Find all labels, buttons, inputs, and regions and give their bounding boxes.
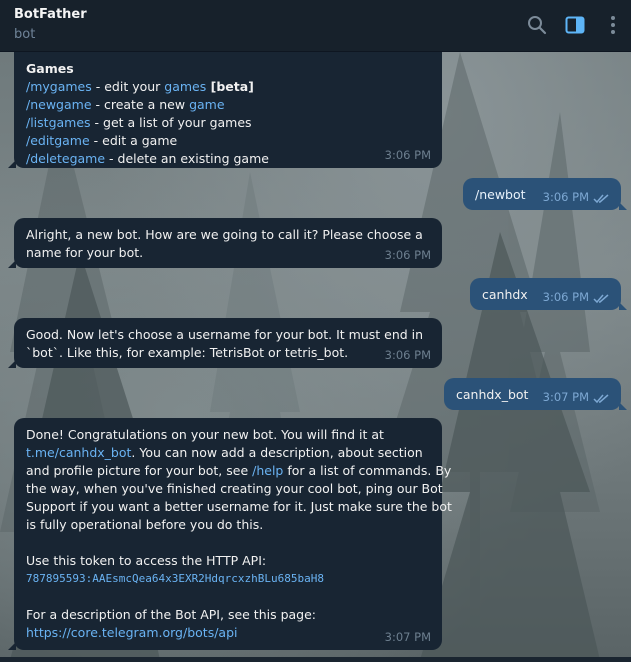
message-text: Done! Congratulations on your new bot. Y… xyxy=(26,427,384,442)
command-desc: - edit a game xyxy=(89,133,178,148)
message-time: 3:06 PM xyxy=(542,190,589,204)
message-text: canhdx xyxy=(482,287,528,302)
message-time: 3:06 PM xyxy=(542,290,589,304)
api-token[interactable]: 787895593:AAEsmcQea64x3EXR2HdqrcxzhBLu68… xyxy=(26,570,430,588)
message-text: the way, when you've finished creating y… xyxy=(26,481,443,496)
message-text: for a list of commands. By xyxy=(283,463,452,478)
search-icon[interactable] xyxy=(526,14,548,36)
message-time: 3:06 PM xyxy=(384,348,431,362)
command-desc: - edit your xyxy=(91,79,165,94)
message-text: Support if you want a better username fo… xyxy=(26,499,452,514)
message-text: and profile picture for your bot, see /h… xyxy=(26,462,451,480)
message-bubble-incoming[interactable]: Good. Now let's choose a username for yo… xyxy=(8,318,442,368)
double-check-icon xyxy=(593,194,609,204)
chat-title[interactable]: BotFather xyxy=(14,7,87,22)
command-link[interactable]: /editgame xyxy=(26,133,90,148)
message-bubble-incoming[interactable]: Done! Congratulations on your new bot. Y… xyxy=(8,418,452,650)
command-desc: - create a new xyxy=(91,97,190,112)
chat-subtitle: bot xyxy=(14,27,36,42)
message-text: name for your bot. xyxy=(26,245,144,260)
message-text: . You can now add a description, about s… xyxy=(131,445,423,460)
command-link[interactable]: /listgames xyxy=(26,115,91,130)
message-text: canhdx_bot xyxy=(456,387,529,402)
message-time: 3:07 PM xyxy=(384,630,431,644)
command-line: /mygames - edit your games [beta] xyxy=(26,78,430,96)
command-desc: - get a list of your games xyxy=(90,115,252,130)
command-desc: [beta] xyxy=(206,79,254,94)
command-line: /newgame - create a new game xyxy=(26,96,430,114)
command-desc: - delete an existing game xyxy=(105,151,269,166)
help-command-link[interactable]: /help xyxy=(252,463,283,478)
double-check-icon xyxy=(593,394,609,404)
command-link[interactable]: /mygames xyxy=(26,79,92,94)
command-line: /listgames - get a list of your games xyxy=(26,114,430,132)
composer-edge xyxy=(0,657,631,662)
more-vertical-icon[interactable] xyxy=(602,14,624,36)
message-time: 3:06 PM xyxy=(384,148,431,162)
message-time: 3:06 PM xyxy=(384,248,431,262)
message-text: is fully operational before you do this. xyxy=(26,517,264,532)
message-bubble-outgoing[interactable]: canhdx 3:06 PM xyxy=(470,278,627,310)
chat-header: BotFather bot xyxy=(0,0,631,52)
command-link[interactable]: /deletegame xyxy=(26,151,105,166)
command-link[interactable]: /newbot xyxy=(475,187,526,202)
message-text: Use this token to access the HTTP API: xyxy=(26,553,267,568)
inline-link[interactable]: games xyxy=(164,79,206,94)
command-link[interactable]: /newgame xyxy=(26,97,92,112)
message-text: Alright, a new bot. How are we going to … xyxy=(26,227,423,242)
sidebar-toggle-icon[interactable] xyxy=(564,14,586,36)
message-text: t.me/canhdx_bot. You can now add a descr… xyxy=(26,444,430,462)
message-bubble-outgoing[interactable]: canhdx_bot 3:07 PM xyxy=(444,378,627,410)
command-line: /editgame - edit a game xyxy=(26,132,430,150)
message-bubble-incoming[interactable]: Alright, a new bot. How are we going to … xyxy=(8,218,442,268)
chat-area[interactable]: Games /mygames - edit your games [beta] … xyxy=(0,52,631,660)
message-text: `bot`. Like this, for example: TetrisBot… xyxy=(26,345,349,360)
message-bubble-outgoing[interactable]: /newbot 3:06 PM xyxy=(463,178,627,210)
message-time: 3:07 PM xyxy=(542,390,589,404)
api-docs-link[interactable]: https://core.telegram.org/bots/api xyxy=(26,624,430,642)
message-text: For a description of the Bot API, see th… xyxy=(26,607,317,622)
inline-link[interactable]: game xyxy=(189,97,224,112)
message-text: and profile picture for your bot, see xyxy=(26,463,253,478)
command-line: /deletegame - delete an existing game xyxy=(26,150,430,168)
double-check-icon xyxy=(593,294,609,304)
bot-link[interactable]: t.me/canhdx_bot xyxy=(26,445,131,460)
message-text: Good. Now let's choose a username for yo… xyxy=(26,327,424,342)
message-heading: Games xyxy=(26,61,74,76)
message-bubble-games[interactable]: Games /mygames - edit your games [beta] … xyxy=(8,52,442,168)
